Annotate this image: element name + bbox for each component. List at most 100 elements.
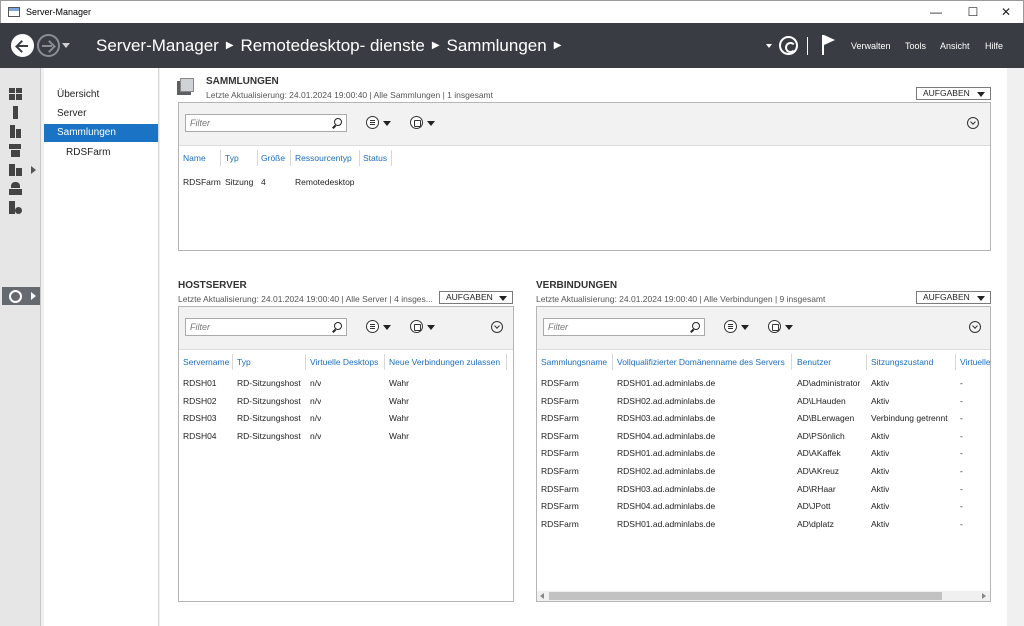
expand-arrow-icon[interactable] — [31, 166, 36, 174]
left-icon-strip — [0, 68, 41, 626]
column-separator[interactable] — [232, 354, 233, 370]
section-title-hostserver: HOSTSERVER — [178, 280, 247, 291]
column-header[interactable]: Größe — [261, 153, 285, 163]
nav-item-sammlungen[interactable]: Sammlungen — [44, 124, 158, 142]
save-dropdown-icon[interactable] — [427, 325, 435, 330]
column-header[interactable]: Ressourcentyp — [295, 153, 352, 163]
expand-chevron-icon[interactable] — [967, 117, 979, 129]
hyper-v-icon[interactable] — [9, 163, 23, 176]
cell-sammlungsname: RDSFarm — [541, 518, 579, 529]
save-dropdown-icon[interactable] — [427, 121, 435, 126]
notification-flag-icon[interactable] — [822, 35, 836, 55]
column-header[interactable]: Sammlungsname — [541, 357, 607, 367]
column-separator[interactable] — [257, 150, 258, 166]
tasks-dropdown-verbindungen[interactable]: AUFGABEN — [916, 291, 991, 304]
file-storage-icon[interactable] — [9, 144, 23, 157]
column-separator[interactable] — [384, 354, 385, 370]
save-query-icon[interactable] — [410, 320, 423, 333]
search-icon[interactable] — [692, 322, 700, 330]
breadcrumb-separator-icon[interactable]: ▶ — [554, 40, 562, 51]
tasks-dropdown-hostserver[interactable]: AUFGABEN — [439, 291, 513, 304]
filter-input[interactable]: Filter — [185, 318, 347, 336]
column-separator[interactable] — [305, 354, 306, 370]
column-header[interactable]: Status — [363, 153, 387, 163]
column-header[interactable]: Typ — [225, 153, 239, 163]
search-icon[interactable] — [334, 322, 342, 330]
expand-arrow-icon[interactable] — [31, 292, 36, 300]
cell-fqdn: RDSH02.ad.adminlabs.de — [617, 466, 716, 476]
column-header[interactable]: Virtuelle — [960, 357, 990, 367]
query-dropdown-icon[interactable] — [741, 325, 749, 330]
scroll-right-icon[interactable] — [982, 593, 986, 599]
column-header[interactable]: Name — [183, 153, 206, 163]
save-dropdown-icon[interactable] — [785, 325, 793, 330]
column-separator[interactable] — [220, 150, 221, 166]
filter-input[interactable]: Filter — [543, 318, 705, 336]
expand-chevron-icon[interactable] — [969, 321, 981, 333]
nav-item-uebersicht[interactable]: Übersicht — [44, 86, 158, 104]
query-list-icon[interactable] — [366, 320, 379, 333]
all-servers-icon[interactable] — [9, 125, 23, 138]
column-header[interactable]: Typ — [237, 357, 251, 367]
tasks-dropdown-sammlungen[interactable]: AUFGABEN — [916, 87, 991, 100]
history-dropdown-icon[interactable] — [62, 43, 70, 48]
breadcrumb-item[interactable]: Sammlungen — [447, 36, 547, 56]
menu-verwalten[interactable]: Verwalten — [851, 41, 891, 51]
column-separator[interactable] — [955, 354, 956, 370]
scroll-thumb[interactable] — [549, 592, 942, 600]
query-dropdown-icon[interactable] — [383, 121, 391, 126]
menu-tools[interactable]: Tools — [905, 41, 926, 51]
remote-desktop-icon[interactable] — [9, 290, 23, 303]
query-list-icon[interactable] — [366, 116, 379, 129]
menu-ansicht[interactable]: Ansicht — [940, 41, 970, 51]
breadcrumb-item[interactable]: Server-Manager — [96, 36, 219, 56]
dashboard-icon[interactable] — [9, 88, 23, 101]
filter-input[interactable]: Filter — [185, 114, 347, 132]
section-title-verbindungen: VERBINDUNGEN — [536, 280, 618, 291]
iis-icon[interactable] — [9, 182, 23, 195]
cell-virtuelle: - — [960, 466, 963, 476]
cell-benutzer: AD\RHaar — [797, 483, 836, 494]
local-server-icon[interactable] — [9, 106, 23, 119]
maximize-button[interactable]: ☐ — [956, 1, 990, 23]
horizontal-scrollbar[interactable] — [537, 591, 990, 601]
print-services-icon[interactable] — [9, 201, 23, 214]
breadcrumb-item[interactable]: Remotedesktop- dienste — [241, 36, 425, 56]
cell-benutzer: AD\administrator — [797, 378, 861, 388]
column-header[interactable]: Benutzer — [797, 357, 831, 367]
column-separator[interactable] — [359, 150, 360, 166]
cell-benutzer: AD\AKreuz — [797, 466, 840, 476]
column-separator[interactable] — [290, 150, 291, 166]
forward-arrow-icon[interactable] — [37, 34, 60, 57]
query-list-icon[interactable] — [724, 320, 737, 333]
column-header[interactable]: Sitzungszustand — [871, 357, 933, 367]
column-header[interactable]: Neue Verbindungen zulassen — [389, 357, 500, 367]
toolbar: Filter — [179, 307, 513, 350]
scroll-left-icon[interactable] — [540, 593, 544, 599]
column-header[interactable]: Virtuelle Desktops — [310, 357, 378, 367]
menu-hilfe[interactable]: Hilfe — [985, 41, 1003, 51]
expand-chevron-icon[interactable] — [491, 321, 503, 333]
column-separator[interactable] — [506, 354, 507, 370]
cell-sitzungszustand: Verbindung getrennt — [871, 413, 948, 424]
cell-groesse: 4 — [261, 177, 266, 187]
nav-item-rdsfarm[interactable]: RDSFarm — [44, 144, 158, 162]
save-query-icon[interactable] — [768, 320, 781, 333]
refresh-icon[interactable] — [779, 36, 798, 55]
column-separator[interactable] — [612, 354, 613, 370]
refresh-dropdown-icon[interactable] — [766, 44, 772, 48]
search-icon[interactable] — [334, 118, 342, 126]
nav-item-server[interactable]: Server — [44, 105, 158, 123]
query-dropdown-icon[interactable] — [383, 325, 391, 330]
column-separator[interactable] — [391, 150, 392, 166]
app-icon — [8, 7, 20, 17]
save-query-icon[interactable] — [410, 116, 423, 129]
close-button[interactable]: ✕ — [989, 1, 1023, 23]
vertical-scrollbar[interactable] — [1007, 68, 1024, 626]
minimize-button[interactable]: — — [919, 1, 953, 23]
column-header[interactable]: Servername — [183, 357, 229, 367]
column-separator[interactable] — [791, 354, 792, 370]
column-separator[interactable] — [866, 354, 867, 370]
column-header[interactable]: Vollqualifizierter Domänenname des Serve… — [617, 357, 785, 367]
back-arrow-icon[interactable] — [11, 34, 34, 57]
